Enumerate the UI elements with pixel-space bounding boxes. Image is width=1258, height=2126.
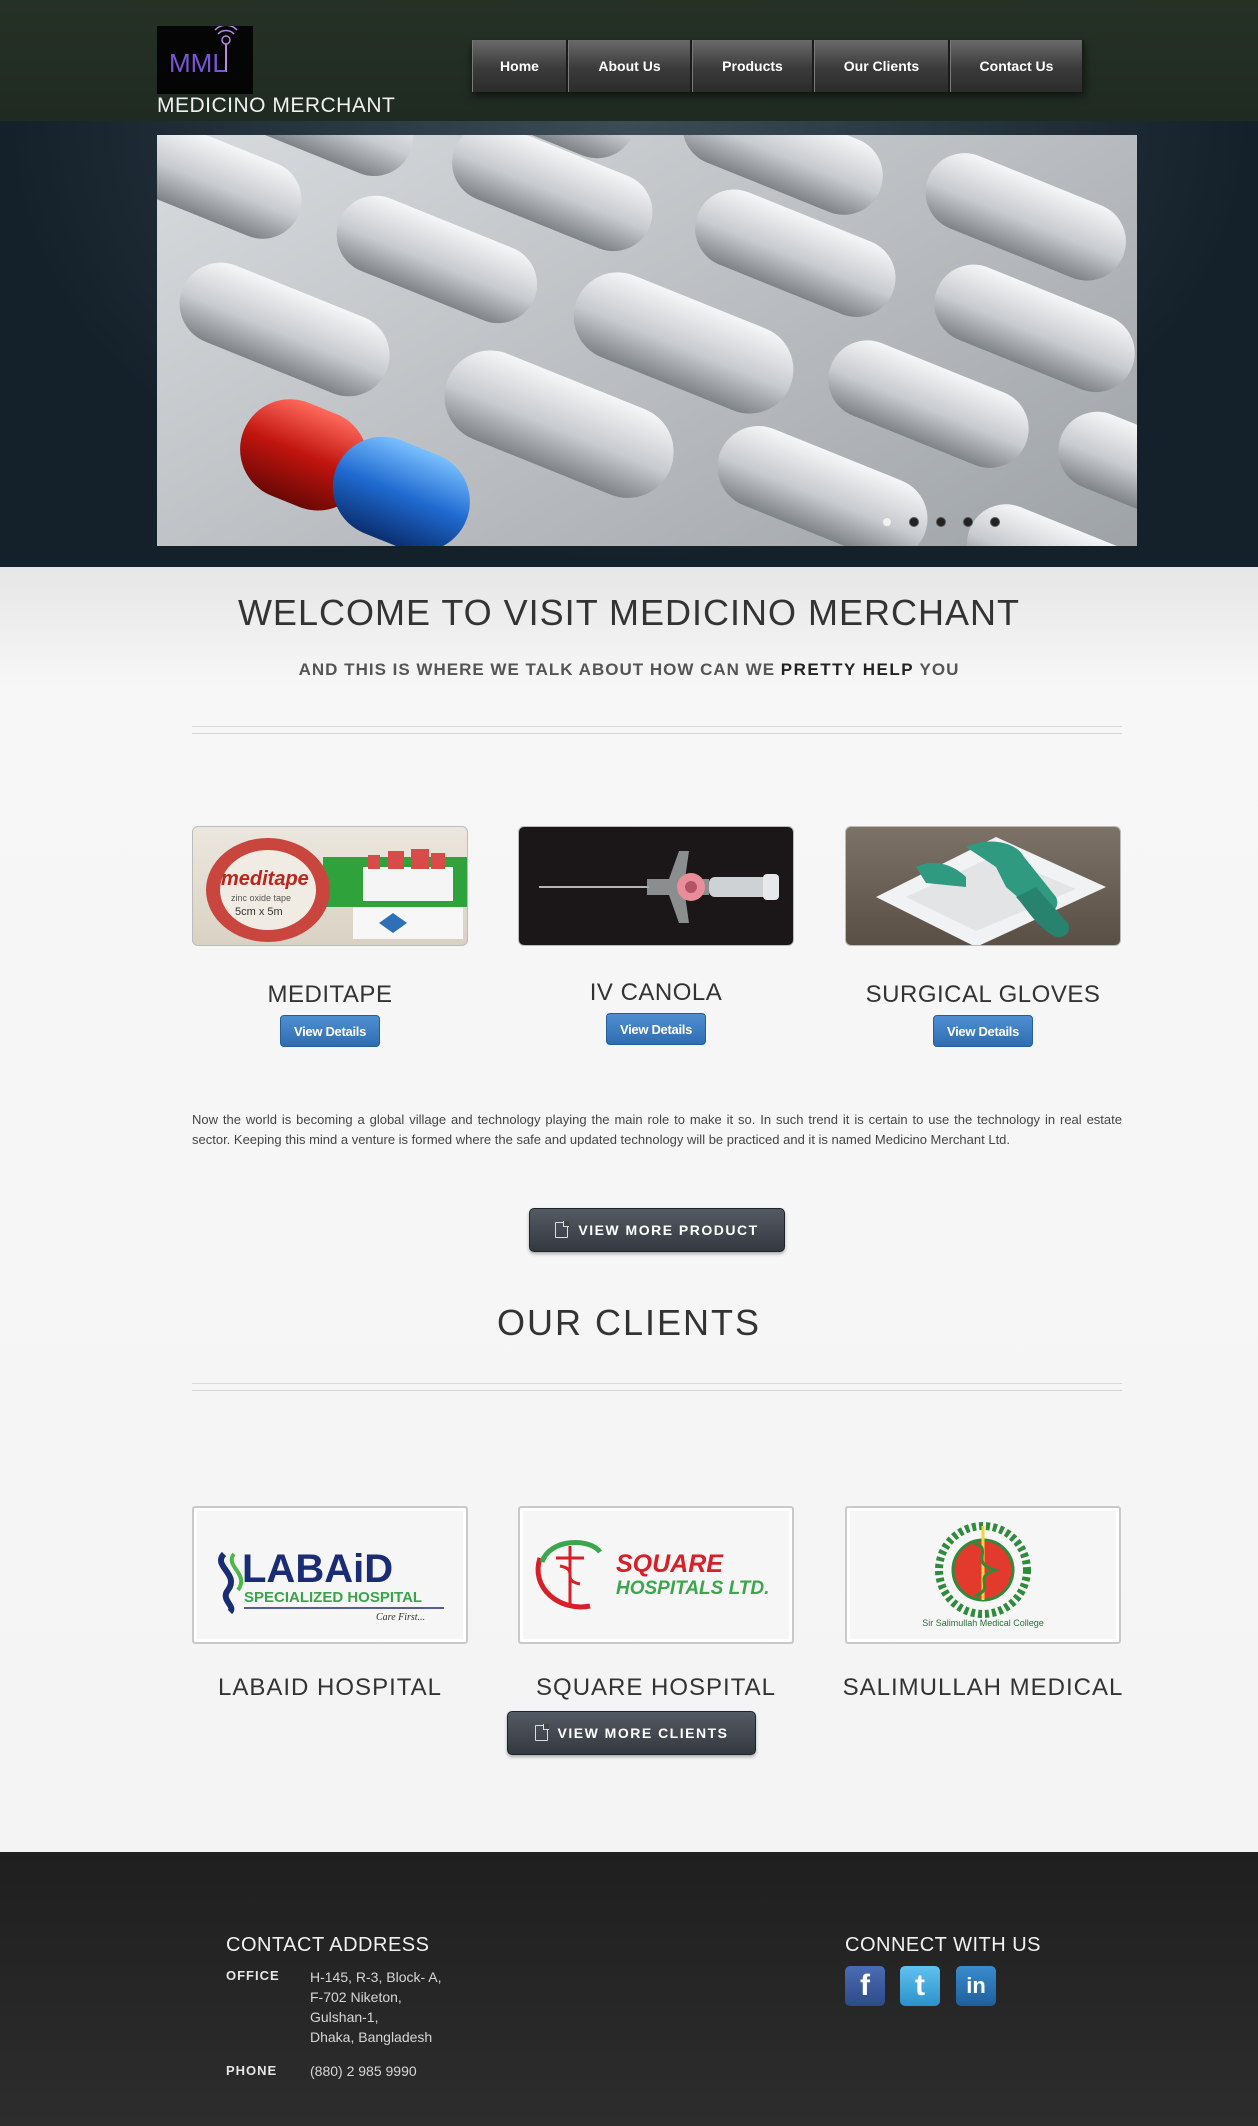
svg-text:zinc oxide tape: zinc oxide tape: [231, 893, 291, 903]
site-logo[interactable]: MML: [157, 26, 253, 94]
client-name: SALIMULLAH MEDICAL: [842, 1674, 1124, 1701]
svg-text:Sir Salimullah Medical College: Sir Salimullah Medical College: [922, 1618, 1044, 1628]
clients-title: OUR CLIENTS: [496, 1302, 762, 1343]
about-paragraph: Now the world is becoming a global villa…: [192, 1112, 1122, 1147]
svg-text:SQUARE: SQUARE: [616, 1550, 724, 1578]
svg-text:LABAiD: LABAiD: [242, 1547, 393, 1591]
view-details-button[interactable]: View Details: [280, 1015, 380, 1047]
slider-dot-4[interactable]: [963, 517, 973, 527]
document-icon: [555, 1221, 570, 1238]
twitter-icon[interactable]: t: [900, 1966, 940, 2006]
phone-number: (880) 2 985 9990: [310, 2063, 417, 2079]
svg-text:SPECIALIZED HOSPITAL: SPECIALIZED HOSPITAL: [244, 1589, 422, 1606]
office-label: OFFICE: [226, 1968, 280, 1983]
main-content: WELCOME TO VISIT MEDICINO MERCHANT AND T…: [0, 567, 1258, 1852]
view-more-product-label: VIEW MORE PRODUCT: [578, 1222, 759, 1238]
office-address: H-145, R-3, Block- A, F-702 Niketon, Gul…: [310, 1969, 442, 2045]
client-name: SQUARE HOSPITAL: [536, 1674, 776, 1701]
document-icon: [534, 1724, 549, 1741]
phone-label: PHONE: [226, 2063, 278, 2078]
nav-home[interactable]: Home: [472, 40, 568, 92]
nav-products[interactable]: Products: [692, 40, 814, 92]
welcome-title: WELCOME TO VISIT MEDICINO MERCHANT: [237, 592, 1021, 633]
svg-text:HOSPITALS LTD.: HOSPITALS LTD.: [616, 1578, 769, 1599]
nav-about-us[interactable]: About Us: [568, 40, 692, 92]
hero-banner: [0, 121, 1258, 567]
linkedin-icon[interactable]: in: [956, 1966, 996, 2006]
product-title: MEDITAPE: [267, 981, 393, 1008]
slider-dot-2[interactable]: [909, 517, 919, 527]
connect-title: CONNECT WITH US: [845, 1934, 1042, 1956]
svg-text:5cm x 5m: 5cm x 5m: [235, 906, 283, 918]
facebook-icon[interactable]: f: [845, 1966, 885, 2006]
main-nav: Home About Us Products Our Clients Conta…: [472, 40, 1084, 92]
product-image-meditape[interactable]: meditape zinc oxide tape 5cm x 5m: [192, 826, 468, 946]
product-image-iv-canola[interactable]: [518, 826, 794, 946]
divider: [192, 1383, 1122, 1391]
view-details-button[interactable]: View Details: [606, 1013, 706, 1045]
client-logo-square[interactable]: SQUARE HOSPITALS LTD.: [518, 1506, 794, 1644]
site-footer: CONTACT ADDRESS OFFICE H-145, R-3, Block…: [0, 1852, 1258, 2126]
site-name: MEDICINO MERCHANT: [157, 94, 396, 117]
welcome-subtitle: AND THIS IS WHERE WE TALK ABOUT HOW CAN …: [298, 660, 960, 679]
slider-dot-3[interactable]: [936, 517, 946, 527]
svg-text:meditape: meditape: [221, 868, 309, 890]
nav-our-clients[interactable]: Our Clients: [814, 40, 950, 92]
svg-text:MML: MML: [169, 48, 227, 78]
client-logo-salimullah[interactable]: Sir Salimullah Medical College: [845, 1506, 1121, 1644]
slider-dot-1[interactable]: [882, 517, 892, 527]
site-header: MML MEDICINO MERCHANT Home About Us Prod…: [0, 0, 1258, 121]
slider-dot-5[interactable]: [990, 517, 1000, 527]
view-details-button[interactable]: View Details: [933, 1015, 1033, 1047]
contact-address-title: CONTACT ADDRESS: [226, 1934, 430, 1956]
product-title: SURGICAL GLOVES: [865, 981, 1101, 1008]
view-more-clients-label: VIEW MORE CLIENTS: [557, 1725, 729, 1741]
nav-contact-us[interactable]: Contact Us: [950, 40, 1084, 92]
divider: [192, 726, 1122, 734]
slider-dots: [882, 517, 1000, 527]
svg-text:Care First...: Care First...: [376, 1612, 425, 1623]
hero-slide-image: [157, 135, 1137, 546]
client-logo-labaid[interactable]: LABAiD SPECIALIZED HOSPITAL Care First..…: [192, 1506, 468, 1644]
view-more-clients-button[interactable]: VIEW MORE CLIENTS: [507, 1711, 756, 1755]
product-image-surgical-gloves[interactable]: [845, 826, 1121, 946]
view-more-product-button[interactable]: VIEW MORE PRODUCT: [529, 1208, 785, 1252]
product-title: IV CANOLA: [589, 979, 723, 1006]
client-name: LABAID HOSPITAL: [218, 1674, 442, 1701]
logo-mark-icon: MML: [169, 26, 238, 78]
